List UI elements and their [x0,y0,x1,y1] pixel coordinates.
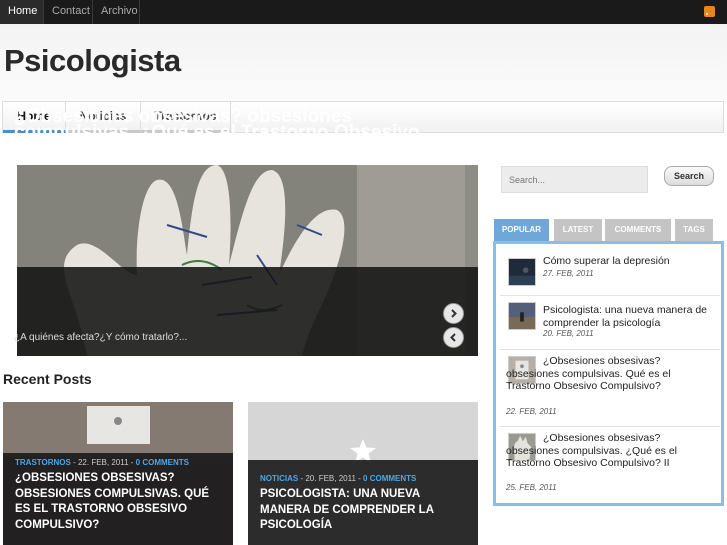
widget-post-item[interactable]: ¿Obsesiones obsesivas? obsesiones compul… [500,427,720,502]
post-meta: TRASTORNOS - 22. FEB, 2011 - 0 COMMENTS [15,458,189,467]
top-bar: Home Contact Archivo [0,0,727,24]
topnav-archivo-link[interactable]: Archivo [93,0,140,24]
post-date: - 22. FEB, 2011 - [70,458,136,467]
post-meta: NOTICIAS - 20. FEB, 2011 - 0 COMMENTS [260,474,416,483]
widget-post-title[interactable]: ¿Obsesiones obsesivas? obsesiones compul… [506,432,716,470]
recent-post-card[interactable]: TRASTORNOS - 22. FEB, 2011 - 0 COMMENTS … [3,402,233,545]
site-title[interactable]: Psicologista [4,43,181,79]
rss-icon[interactable] [704,6,715,17]
post-comments-link[interactable]: 0 COMMENTS [136,458,189,467]
tab-latest[interactable]: LATEST [554,219,602,242]
post-date: - 20. FEB, 2011 - [298,474,364,483]
widget-post-title[interactable]: ¿Obsesiones obsesivas? obsesiones compul… [506,355,706,393]
post-category-link[interactable]: NOTICIAS [260,474,298,483]
post-category-link[interactable]: TRASTORNOS [15,458,71,467]
chevron-right-icon [451,309,457,318]
slider-excerpt: ¿A quiénes afecta?¿Y cómo tratarlo?... [14,332,188,343]
post-title-link[interactable]: ¿OBSESIONES OBSESIVAS? OBSESIONES COMPUL… [15,471,221,533]
widget-post-item[interactable]: ¿Obsesiones obsesivas? obsesiones compul… [500,350,720,427]
widget-post-date: 25. FEB, 2011 [506,483,557,492]
tab-popular[interactable]: POPULAR [494,219,549,242]
tab-comments[interactable]: COMMENTS [605,219,671,242]
widget-post-item[interactable]: Cómo superar la depresión 27. FEB, 2011 [500,248,720,296]
widget-post-date: 20. FEB, 2011 [543,329,594,338]
post-title-link[interactable]: PSICOLOGISTA: UNA NUEVA MANERA DE COMPRE… [260,487,466,534]
recent-post-card[interactable]: NOTICIAS - 20. FEB, 2011 - 0 COMMENTS PS… [248,402,478,545]
popular-posts-widget: Cómo superar la depresión 27. FEB, 2011 … [493,241,724,506]
topnav-home-link[interactable]: Home [0,0,44,24]
widget-post-date: 22. FEB, 2011 [506,407,557,416]
slider-prev-button[interactable] [443,327,464,348]
search-input[interactable] [501,166,648,193]
recent-posts-heading: Recent Posts [3,371,92,387]
chevron-left-icon [450,333,456,342]
tab-tags[interactable]: TAGS [675,219,713,242]
post-thumbnail [508,258,536,286]
post-thumbnail [508,302,536,330]
topnav-contact-link[interactable]: Contact [44,0,93,24]
post-comments-link[interactable]: 0 COMMENTS [363,474,416,483]
featured-slider[interactable] [17,165,478,356]
slider-title[interactable]: ¿Obsesiones obsesivas? obsesiones compul… [14,107,444,158]
search-button[interactable]: Search [664,166,714,186]
widget-post-date: 27. FEB, 2011 [543,269,594,278]
widget-post-title[interactable]: Psicologista: una nueva manera de compre… [543,304,718,329]
slider-next-button[interactable] [443,303,464,324]
widget-post-item[interactable]: Psicologista: una nueva manera de compre… [500,296,720,350]
widget-post-title[interactable]: Cómo superar la depresión [543,255,718,268]
